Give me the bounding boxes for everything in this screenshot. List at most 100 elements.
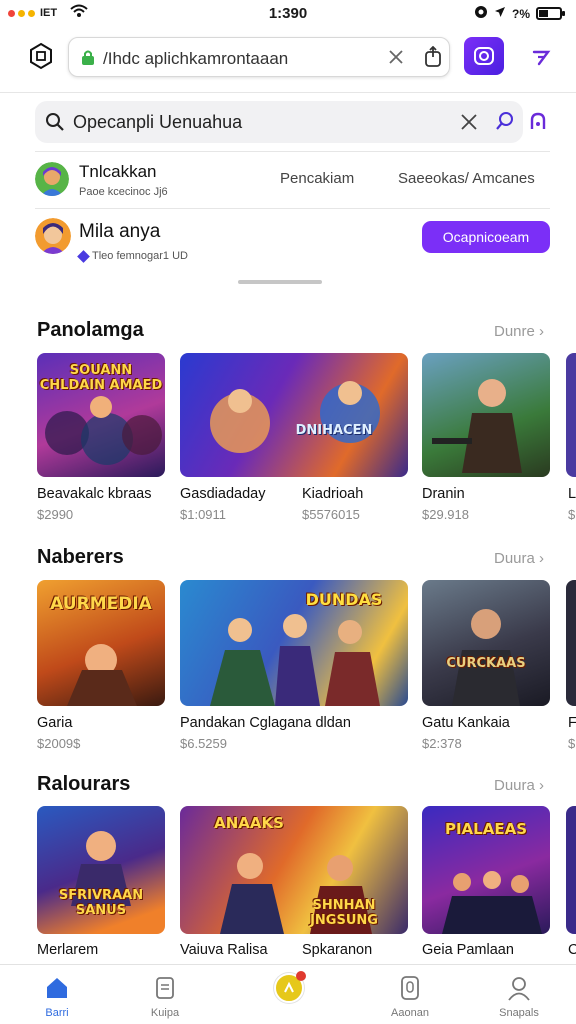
lock-icon (81, 49, 95, 71)
game-title: Spkaranon (302, 942, 373, 958)
section-title: Ralourars (37, 773, 131, 795)
share-icon[interactable] (423, 45, 443, 73)
cover-title: SHNHAN JNGSUNG (310, 898, 378, 928)
verified-icon (77, 249, 90, 263)
camera-icon (474, 47, 494, 65)
game-card[interactable]: ANAAKS SHNHAN JNGSUNG (180, 806, 408, 934)
voice-search-icon[interactable] (495, 111, 515, 136)
battery-percent: ?% (512, 6, 530, 21)
game-card[interactable]: SOUANN CHLDAIN AMAED (37, 353, 165, 477)
cover-art (210, 381, 380, 453)
nav-label: Snapals (499, 1007, 539, 1019)
nav-item-notifications[interactable] (248, 965, 328, 1024)
game-card[interactable] (566, 580, 576, 706)
game-card[interactable] (422, 353, 550, 477)
game-title: Kiadrioah (302, 486, 364, 502)
camera-button[interactable] (464, 37, 504, 75)
nav-label: Kuipa (150, 1007, 180, 1019)
game-card[interactable]: DNIHACEN (180, 353, 408, 477)
game-title: Geia Pamlaan (422, 942, 514, 958)
game-price: $1:0911 (180, 507, 227, 522)
game-card[interactable]: SFRIVRAAN SANUS (37, 806, 165, 934)
cover-title: AURMEDIA (50, 594, 152, 614)
game-price: $6.5259 (180, 736, 227, 751)
game-title: F (568, 715, 576, 731)
game-title: Garia (37, 715, 73, 731)
location-icon (494, 6, 506, 21)
cover-art (452, 609, 520, 706)
focus-icon (474, 5, 488, 22)
search-input[interactable]: Opecanpli Uenuahua (73, 112, 242, 133)
section-more-link[interactable]: Duura › (494, 550, 544, 567)
browser-toolbar: /Ihdc aplichkamrontaaan (0, 32, 576, 88)
cover-title: DUNDAS (305, 590, 383, 609)
game-card[interactable]: PIALAEAS (422, 806, 550, 934)
subscribe-button[interactable]: Ocapnicoeam (422, 221, 550, 253)
search-bar[interactable]: Opecanpli Uenuahua (35, 101, 523, 143)
cover-art (432, 379, 522, 473)
address-bar[interactable]: /Ihdc aplichkamrontaaan (68, 37, 450, 77)
divider (35, 208, 550, 209)
avatar (35, 162, 69, 196)
game-card[interactable] (566, 353, 576, 477)
account-link[interactable]: Saeeokas/ Amcanes (398, 170, 535, 187)
game-price: $2:378 (422, 736, 462, 751)
game-title: Beavakalc kbraas (37, 486, 152, 502)
game-title: Pandakan Cglagana dldan (180, 715, 351, 731)
notification-dot (296, 971, 306, 981)
search-icon (45, 112, 65, 137)
account-link[interactable]: Pencakiam (280, 170, 354, 187)
cover-title: SOUANN CHLDAIN AMAED (39, 363, 163, 393)
game-card[interactable]: AURMEDIA (37, 580, 165, 706)
game-card[interactable]: DUNDAS (180, 580, 408, 706)
game-title: Vaiuva Ralisa (180, 942, 268, 958)
nav-item-home[interactable]: Barri (17, 965, 97, 1024)
avatar (35, 218, 71, 254)
nav-item-devices[interactable]: Aaonan (370, 965, 450, 1024)
menu-icon[interactable] (526, 41, 556, 71)
section-title: Naberers (37, 546, 124, 568)
nav-label: Aaonan (391, 1007, 429, 1019)
section-title: Panolamga (37, 319, 144, 341)
bottom-nav: Barri Kuipa Aaonan Snapals (0, 964, 576, 1024)
game-title: C (568, 942, 576, 958)
account-subtitle: Tleo femnogar1 UD (77, 249, 188, 263)
site-info-icon[interactable] (26, 41, 56, 71)
game-price: $2009$ (37, 736, 81, 751)
game-card[interactable]: CURCKAAS (422, 580, 550, 706)
document-icon (156, 977, 174, 999)
section-more-link[interactable]: Duura › (494, 777, 544, 794)
cover-title: ANAAKS (214, 814, 284, 832)
nav-item-profile[interactable]: Snapals (479, 965, 559, 1024)
cover-title: CURCKAAS (446, 656, 526, 671)
status-bar: IET 1:390 ?% (0, 0, 576, 28)
status-right-group: ?% (474, 5, 565, 22)
nav-item-library[interactable]: Kuipa (125, 965, 205, 1024)
game-price: $ (568, 507, 576, 522)
filter-icon[interactable] (530, 111, 546, 136)
app-store-screen: IET 1:390 ?% /Ihdc aplichkamrontaaan Ope… (0, 0, 576, 1024)
nav-label: Barri (45, 1007, 69, 1019)
tablet-icon (401, 976, 419, 1000)
account-name: Tnlcakkan (79, 162, 157, 181)
url-text: /Ihdc aplichkamrontaaan (103, 49, 289, 68)
section-more-link[interactable]: Dunre › (494, 323, 544, 340)
game-card[interactable] (566, 806, 576, 934)
game-price: $29.918 (422, 507, 469, 522)
cover-title: SFRIVRAAN SANUS (58, 888, 144, 918)
game-price: $ (568, 736, 576, 751)
account-row[interactable]: Mila anya Tleo femnogar1 UD Ocapnicoeam (35, 218, 550, 266)
battery-icon (536, 7, 565, 20)
game-title: Gasdiadaday (180, 486, 266, 502)
clear-url-icon[interactable] (387, 48, 405, 71)
drag-handle[interactable] (238, 280, 322, 284)
cover-title: DNIHACEN (295, 423, 373, 438)
home-icon (47, 978, 67, 998)
clear-search-icon[interactable] (459, 112, 479, 137)
divider (35, 151, 550, 152)
game-title: Merlarem (37, 942, 99, 958)
game-title: Dranin (422, 486, 465, 502)
game-title: Gatu Kankaia (422, 715, 510, 731)
profile-icon (508, 977, 530, 1001)
account-row[interactable]: Tnlcakkan Paoe kcecinoc Jj6 Pencakiam Sa… (35, 162, 550, 202)
